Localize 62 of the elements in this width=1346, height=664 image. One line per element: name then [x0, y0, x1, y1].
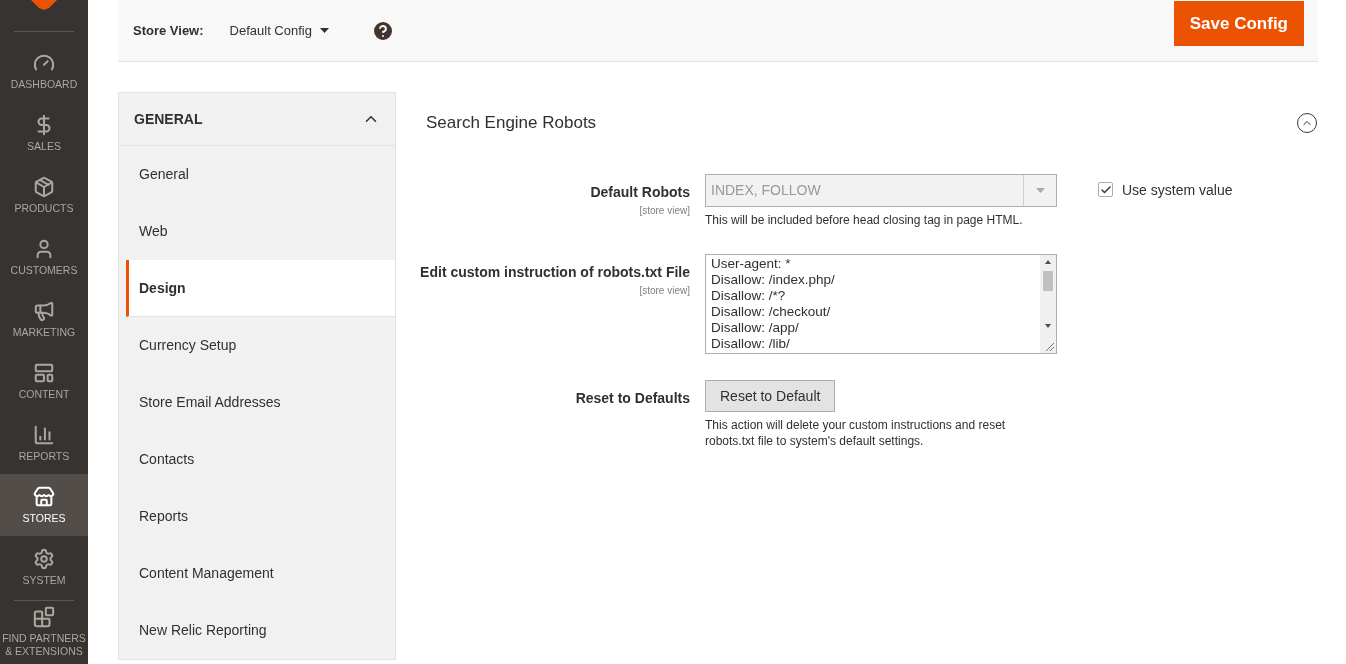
caret-icon: [319, 28, 329, 33]
config-tab[interactable]: Content Management: [119, 545, 395, 602]
config-tab[interactable]: Currency Setup: [119, 317, 395, 374]
store-view-dropdown[interactable]: Default Config: [229, 20, 329, 41]
field-note: This will be included before head closing tag in page HTML.: [705, 212, 1024, 228]
nav-label: CONTENT: [17, 387, 71, 401]
nav-label: SALES: [26, 139, 62, 153]
nav-label: REPORTS: [17, 449, 71, 463]
nav-label: PRODUCTS: [13, 201, 75, 215]
text-line: Disallow: /lib/: [711, 336, 791, 352]
nav-item[interactable]: SALES: [0, 102, 88, 164]
box-icon: [33, 175, 55, 198]
check-icon: [1099, 183, 1112, 196]
nav-item[interactable]: MARKETING: [0, 288, 88, 350]
nav-item[interactable]: DASHBOARD: [0, 40, 88, 102]
caret-icon: [1035, 188, 1045, 193]
config-tab[interactable]: Store Email Addresses: [119, 374, 395, 431]
robots-textarea[interactable]: User-agent: * Disallow: /index.php/ Disallow: /*? Disallow: /checkout/ Disallow: /app/ Disallow: /lib/: [705, 254, 1057, 354]
nav-item[interactable]: SYSTEM: [0, 536, 88, 598]
nav-item[interactable]: REPORTS: [0, 412, 88, 474]
field-label: Reset to Defaults: [575, 389, 690, 408]
bar-chart-icon: [33, 423, 55, 446]
config-group-header[interactable]: GENERAL: [119, 93, 395, 146]
text-line: Disallow: /index.php/: [711, 272, 836, 288]
scrollbar-icon: [1040, 255, 1056, 353]
text-line: Disallow: /*?: [711, 288, 787, 304]
megaphone-icon: [33, 299, 55, 322]
storefront-icon: [33, 485, 55, 508]
config-tab[interactable]: Web: [119, 203, 395, 260]
nav-item[interactable]: PRODUCTS: [0, 164, 88, 226]
config-tab[interactable]: Design: [126, 260, 395, 317]
layout-icon: [33, 361, 55, 384]
scope-label: [store view]: [639, 204, 690, 218]
field-label: Default Robots: [590, 183, 690, 202]
nav-label: STORES: [21, 511, 67, 525]
text-line: Disallow: /checkout/: [711, 304, 832, 320]
text-line: Disallow: /app/: [711, 320, 800, 336]
save-config-button[interactable]: Save Config: [1173, 1, 1304, 46]
bricks-icon: [33, 606, 55, 628]
store-view-label: Store View:: [133, 21, 204, 40]
field-label: Edit custom instruction of robots.txt File: [420, 263, 690, 282]
config-tab[interactable]: New Relic Reporting: [119, 602, 395, 659]
config-tab[interactable]: Reports: [119, 488, 395, 545]
nav-label: SYSTEM: [21, 573, 67, 587]
reset-button[interactable]: Reset to Default: [705, 380, 836, 412]
nav-item[interactable]: CUSTOMERS: [0, 226, 88, 288]
nav-label: CUSTOMERS: [9, 263, 79, 277]
field-note: This action will delete your custom instructions and reset robots.txt file to system's default settings.: [705, 417, 1007, 449]
nav-label: FIND PARTNERS & EXTENSIONS: [1, 632, 87, 658]
section-title: Search Engine Robots: [426, 112, 597, 135]
nav-item[interactable]: CONTENT: [0, 350, 88, 412]
nav-item[interactable]: STORES: [0, 474, 88, 536]
config-tab[interactable]: Contacts: [119, 431, 395, 488]
settings-icon: [33, 547, 55, 570]
nav-item[interactable]: FIND PARTNERS & EXTENSIONS: [0, 601, 88, 663]
text-line: User-agent: *: [711, 256, 792, 272]
scope-label: [store view]: [639, 284, 690, 298]
checkbox-label: Use system value: [1122, 182, 1233, 198]
config-tab[interactable]: General: [119, 146, 395, 203]
logo-icon: [31, 0, 57, 10]
nav-label: DASHBOARD: [9, 77, 79, 91]
nav-label: MARKETING: [11, 325, 77, 339]
